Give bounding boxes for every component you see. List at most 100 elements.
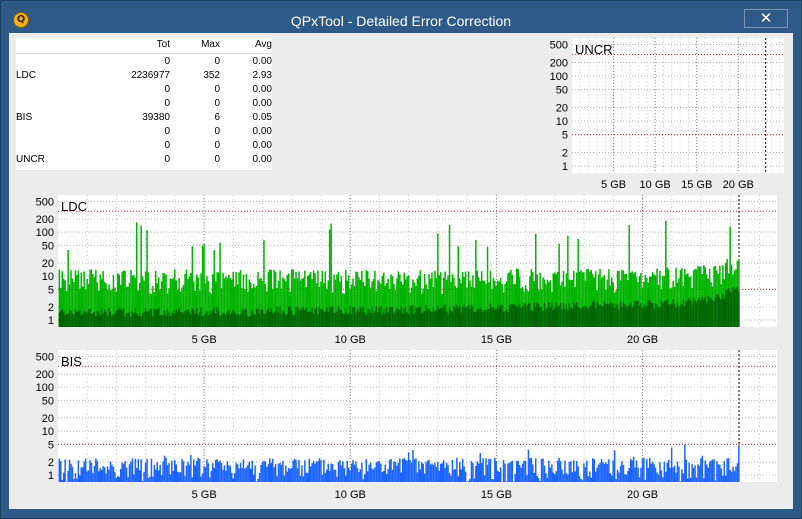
row-label: LDC xyxy=(16,70,37,81)
bis-bar xyxy=(155,469,157,482)
ldc-baseline-bar xyxy=(130,316,132,327)
bis-bar xyxy=(309,466,312,482)
uncr-y-tick-label: 50 xyxy=(556,85,568,97)
ldc-baseline-bar xyxy=(153,308,156,327)
ldc-baseline-bar xyxy=(201,316,204,327)
ldc-baseline-bar xyxy=(250,315,252,327)
ldc-baseline-bar xyxy=(612,303,614,327)
bis-bar xyxy=(574,471,576,482)
ldc-baseline-bar xyxy=(546,307,549,327)
ldc-baseline-bar xyxy=(101,307,103,327)
bis-bar xyxy=(109,461,112,482)
bis-bar xyxy=(356,467,359,482)
bis-bar xyxy=(407,452,410,482)
bis-bar xyxy=(460,469,462,482)
ldc-baseline-bar xyxy=(428,308,430,327)
ldc-baseline-bar xyxy=(179,311,182,327)
bis-bar xyxy=(87,470,90,482)
ldc-baseline-bar xyxy=(108,307,110,327)
row-max: 0 xyxy=(214,126,220,137)
ldc-baseline-bar xyxy=(194,313,196,327)
ldc-baseline-bar xyxy=(616,305,619,327)
bis-bar xyxy=(622,465,625,482)
close-button[interactable]: ✕ xyxy=(744,9,788,28)
ldc-baseline-bar xyxy=(206,311,208,327)
bis-bar xyxy=(703,478,705,482)
bis-bar xyxy=(71,466,74,482)
bis-bar xyxy=(254,465,256,482)
bis-bar xyxy=(130,461,132,482)
ldc-baseline-bar xyxy=(185,310,188,327)
ldc-baseline-bar xyxy=(523,303,525,327)
ldc-baseline-bar xyxy=(442,305,445,327)
ldc-baseline-bar xyxy=(68,309,71,327)
bis-bar xyxy=(729,469,731,482)
ldc-baseline-bar xyxy=(71,313,74,327)
ldc-baseline-bar xyxy=(368,309,370,327)
ldc-baseline-bar xyxy=(432,306,435,327)
ldc-baseline-bar xyxy=(296,306,299,327)
ldc-baseline-bar xyxy=(283,312,286,327)
row-tot: 2236977 xyxy=(131,70,170,81)
bis-bar xyxy=(736,463,739,482)
ldc-baseline-bar xyxy=(520,308,522,327)
ldc-baseline-bar xyxy=(491,307,493,327)
bis-bar xyxy=(670,447,673,482)
bis-bar xyxy=(688,462,690,482)
ldc-y-tick-label: 10 xyxy=(42,271,54,283)
bis-bar xyxy=(124,461,126,482)
row-label: UNCR xyxy=(16,154,45,165)
bis-bar xyxy=(60,461,62,482)
ldc-baseline-bar xyxy=(695,302,698,327)
ldc-baseline-bar xyxy=(539,307,541,327)
bis-bar xyxy=(472,463,474,482)
ldc-baseline-bar xyxy=(597,304,600,327)
bis-bar xyxy=(551,464,553,482)
bis-bar xyxy=(625,474,628,482)
ldc-baseline-bar xyxy=(279,307,281,327)
title-bar[interactable]: Q QPxTool - Detailed Error Correction ✕ xyxy=(1,1,801,35)
ldc-baseline-bar xyxy=(58,312,61,327)
bis-bar xyxy=(470,461,473,482)
ldc-baseline-bar xyxy=(324,312,327,327)
row-max: 0 xyxy=(214,140,220,151)
ldc-baseline-bar xyxy=(155,310,157,327)
bis-bar xyxy=(437,461,439,482)
ldc-baseline-bar xyxy=(543,303,546,327)
ldc-baseline-bar xyxy=(580,309,582,327)
ldc-baseline-bar xyxy=(701,296,704,327)
ldc-baseline-bar xyxy=(659,307,661,327)
ldc-baseline-bar xyxy=(197,314,199,327)
bis-bar xyxy=(350,463,353,482)
bis-bar xyxy=(323,459,325,482)
ldc-baseline-bar xyxy=(400,306,402,327)
ldc-baseline-bar xyxy=(717,294,720,327)
bis-bar xyxy=(286,471,289,482)
bis-bar xyxy=(662,477,664,482)
ldc-baseline-bar xyxy=(184,310,186,327)
ldc-baseline-bar xyxy=(378,307,381,327)
ldc-baseline-bar xyxy=(524,304,527,327)
uncr-x-tick-label: 15 GB xyxy=(681,179,712,191)
bis-bar xyxy=(194,465,196,482)
ldc-baseline-bar xyxy=(92,313,94,327)
row-avg: 0.00 xyxy=(252,56,272,67)
bis-bar xyxy=(352,460,354,482)
ldc-baseline-bar xyxy=(117,309,119,327)
bis-bar xyxy=(631,460,633,482)
ldc-baseline-bar xyxy=(295,307,297,327)
bis-bar xyxy=(115,477,118,482)
bis-bar xyxy=(98,471,100,482)
bis-bar xyxy=(488,458,490,482)
bis-bar xyxy=(371,468,373,482)
bis-bar xyxy=(236,464,239,482)
bis-bar xyxy=(727,458,730,482)
bis-bar xyxy=(285,465,287,482)
ldc-baseline-bar xyxy=(87,309,90,327)
row-label: BIS xyxy=(16,112,33,123)
bis-bar xyxy=(90,462,93,482)
ldc-baseline-bar xyxy=(409,306,411,327)
ldc-baseline-bar xyxy=(679,305,682,327)
bis-bar xyxy=(412,450,414,482)
bis-bar xyxy=(719,464,721,482)
